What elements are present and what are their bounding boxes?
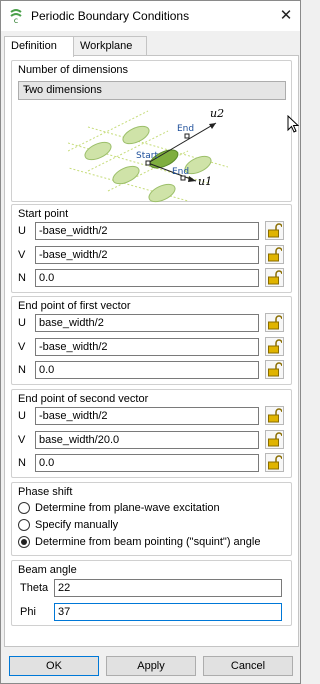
first-v-input[interactable]: -base_width/2 [35, 338, 259, 356]
title-bar: c Periodic Boundary Conditions ✕ [1, 1, 300, 31]
unlock-icon [268, 247, 282, 262]
tab-definition[interactable]: Definition [4, 36, 74, 57]
start-v-lock-button[interactable] [265, 245, 284, 264]
start-u-input[interactable]: -base_width/2 [35, 222, 259, 240]
first-u-lock-button[interactable] [265, 313, 284, 332]
second-vector-group: End point of second vector U -base_width… [11, 389, 292, 478]
first-n-lock-button[interactable] [265, 360, 284, 379]
phase-shift-group: Phase shift Determine from plane-wave ex… [11, 482, 292, 556]
beam-angle-group: Beam angle Theta 22 Phi 37 [11, 560, 292, 626]
second-n-label: N [18, 457, 26, 469]
cell-ellipse [148, 183, 176, 203]
second-u-lock-button[interactable] [265, 406, 284, 425]
theta-label: Theta [20, 582, 49, 594]
start-n-input[interactable]: 0.0 [35, 269, 259, 287]
first-n-input[interactable]: 0.0 [35, 361, 259, 379]
second-u-input[interactable]: -base_width/2 [35, 407, 259, 425]
first-u-label: U [18, 317, 26, 329]
start-u-label: U [18, 225, 26, 237]
second-u-label: U [18, 410, 26, 422]
radio-squint[interactable] [18, 536, 30, 548]
unlock-icon [268, 408, 282, 423]
start-v-input[interactable]: -base_width/2 [35, 246, 259, 264]
first-n-label: N [18, 364, 26, 376]
u1-arrowhead [188, 176, 196, 182]
start-label: Start [136, 151, 158, 161]
radio-manual[interactable] [18, 519, 30, 531]
start-point-group: Start point U -base_width/2 V -base_widt… [11, 204, 292, 293]
tab-workplane[interactable]: Workplane [73, 36, 147, 56]
second-n-lock-button[interactable] [265, 453, 284, 472]
end-label-bottom: End [172, 167, 189, 177]
second-v-label: V [18, 434, 26, 446]
start-n-label: N [18, 272, 26, 284]
start-n-lock-button[interactable] [265, 268, 284, 287]
radio-manual-label[interactable]: Specify manually [35, 519, 118, 531]
radio-plane-wave-label[interactable]: Determine from plane-wave excitation [35, 502, 220, 514]
dimensions-select[interactable]: Two dimensions ⌄ [18, 81, 286, 100]
cell-ellipse [84, 141, 112, 161]
lattice-diagram: u2 u1 Start End End [68, 107, 228, 203]
second-n-input[interactable]: 0.0 [35, 454, 259, 472]
u2-label: u2 [210, 107, 224, 120]
start-u-lock-button[interactable] [265, 221, 284, 240]
phase-shift-title: Phase shift [18, 486, 73, 498]
first-v-lock-button[interactable] [265, 337, 284, 356]
unlock-icon [268, 339, 282, 354]
close-button[interactable]: ✕ [276, 7, 296, 25]
end-label-top: End [177, 124, 194, 134]
radio-squint-label[interactable]: Determine from beam pointing ("squint") … [35, 536, 260, 548]
first-v-label: V [18, 341, 26, 353]
dialog-window: c Periodic Boundary Conditions ✕ Definit… [0, 0, 301, 684]
cancel-button[interactable]: Cancel [203, 656, 293, 676]
unlock-icon [268, 455, 282, 470]
start-v-label: V [18, 249, 26, 261]
chevron-down-icon: ⌄ [23, 83, 32, 94]
second-v-lock-button[interactable] [265, 430, 284, 449]
phi-input[interactable]: 37 [54, 603, 282, 621]
unlock-icon [268, 270, 282, 285]
radio-plane-wave[interactable] [18, 502, 30, 514]
second-v-input[interactable]: base_width/20.0 [35, 431, 259, 449]
beam-angle-title: Beam angle [18, 564, 77, 576]
first-vector-group: End point of first vector U base_width/2… [11, 296, 292, 385]
unlock-icon [268, 315, 282, 330]
u1-label: u1 [198, 175, 212, 188]
svg-text:c: c [14, 16, 18, 24]
first-u-input[interactable]: base_width/2 [35, 314, 259, 332]
mouse-cursor-icon [287, 115, 299, 133]
cell-ellipse [112, 165, 140, 185]
window-title: Periodic Boundary Conditions [31, 9, 190, 23]
unlock-icon [268, 362, 282, 377]
second-vector-title: End point of second vector [18, 393, 149, 405]
first-vector-title: End point of first vector [18, 300, 131, 312]
dimensions-group-title: Number of dimensions [18, 64, 129, 76]
end-marker [184, 133, 190, 139]
definition-panel: Number of dimensions Two dimensions ⌄ u2… [4, 55, 299, 647]
start-point-title: Start point [18, 208, 69, 220]
unlock-icon [268, 223, 282, 238]
apply-button[interactable]: Apply [106, 656, 196, 676]
dimensions-group: Number of dimensions Two dimensions ⌄ u2… [11, 60, 292, 203]
unlock-icon [268, 432, 282, 447]
start-marker [145, 160, 151, 166]
app-icon: c [10, 9, 22, 24]
phi-label: Phi [20, 606, 36, 618]
ok-button[interactable]: OK [9, 656, 99, 676]
theta-input[interactable]: 22 [54, 579, 282, 597]
